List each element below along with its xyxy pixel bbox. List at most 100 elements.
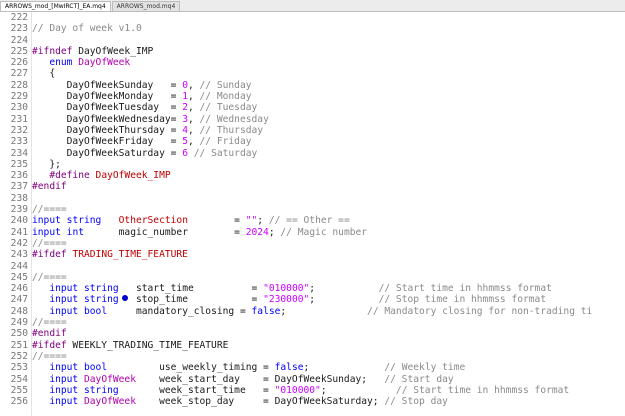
code-line[interactable]: 232 DayOfWeekThursday = 4, // Thursday [0, 125, 625, 136]
code-line[interactable]: 240 input string OtherSection = ""; // ==… [0, 215, 625, 226]
line-number: 233 [10, 136, 28, 148]
line-text: // Day of week v1.0 [32, 23, 142, 34]
line-number: 253 [10, 362, 28, 374]
code-token: DayOfWeekTuesday = [32, 102, 183, 114]
line-text: #endif [32, 181, 67, 192]
code-token: input [32, 226, 61, 238]
code-token: = [187, 215, 246, 227]
line-number: 231 [10, 113, 28, 125]
line-text: //==== [32, 238, 67, 249]
code-line[interactable]: 246 input string start_time = "010000"; … [0, 283, 625, 294]
line-number: 224 [10, 34, 28, 46]
line-text: //==== [32, 351, 67, 362]
code-line[interactable]: 222 [0, 12, 625, 23]
code-line[interactable]: 233 DayOfWeekFriday = 5, // Friday [0, 136, 625, 147]
line-number: 242 [10, 237, 28, 249]
code-token: input [32, 215, 61, 227]
code-line[interactable]: 224 [0, 35, 625, 46]
code-token: // Tuesday [199, 102, 258, 114]
code-line[interactable]: 231 DayOfWeekWednesday= 3, // Wednesday [0, 114, 625, 125]
code-line[interactable]: 236 #define DayOfWeek_IMP [0, 170, 625, 181]
code-token: ; [309, 294, 379, 306]
code-token: #endif [32, 181, 67, 193]
line-number: 228 [10, 79, 28, 91]
line-number: 248 [10, 305, 28, 317]
line-text: input string week_start_time = "010000";… [32, 385, 569, 396]
code-token: input [49, 384, 79, 396]
code-token: "010000" [274, 384, 321, 396]
code-line[interactable]: 253 input bool use_weekly_timing = false… [0, 362, 625, 373]
code-lines: 222 223 // Day of week v1.0 224 225 #ifndef D… [0, 12, 625, 407]
code-token: DayOfWeek [84, 396, 136, 408]
code-token: input [49, 373, 79, 385]
code-line[interactable]: 245 //==== [0, 272, 625, 283]
code-token: mandatory_closing = [107, 305, 252, 317]
code-line[interactable]: 225 #ifndef DayOfWeek_IMP [0, 46, 625, 57]
code-line[interactable]: 247 input string stop_time = "230000"; /… [0, 294, 625, 305]
line-text: input DayOfWeek week_start_day = DayOfWe… [32, 373, 453, 385]
code-token: #endif [32, 328, 67, 340]
line-number: 227 [10, 68, 28, 80]
line-text: //==== [32, 204, 67, 215]
code-line[interactable]: 251 #ifdef WEEKLY_TRADING_TIME_FEATURE [0, 340, 625, 351]
code-token: #ifdef [32, 249, 67, 261]
code-line[interactable]: 256 input DayOfWeek week_stop_day = DayO… [0, 396, 625, 407]
code-line[interactable]: 227 { [0, 68, 625, 79]
code-token: input [49, 294, 79, 306]
code-editor[interactable]: 222 223 // Day of week v1.0 224 225 #ifndef D… [0, 12, 625, 416]
line-text: DayOfWeekThursday = 4, // Thursday [32, 125, 263, 136]
code-line[interactable]: 238 [0, 193, 625, 204]
code-line[interactable]: 241 input int magic_number = 2024; // Mag… [0, 227, 625, 238]
code-token: ; [303, 362, 385, 374]
code-line[interactable]: 254 input DayOfWeek week_start_day = Day… [0, 374, 625, 385]
code-line[interactable]: 229 DayOfWeekMonday = 1, // Monday [0, 91, 625, 102]
code-line[interactable]: 230 DayOfWeekTuesday = 2, // Tuesday [0, 102, 625, 113]
code-token: string [66, 215, 102, 227]
code-line[interactable]: 239 //==== [0, 204, 625, 215]
code-line[interactable]: 235 }; [0, 159, 625, 170]
tab-arrows-mod-ea[interactable]: ARROWS_mod_[MwIRCT]_EA.mq4 [0, 1, 111, 11]
code-token: magic_number [118, 226, 188, 238]
code-token: #ifndef [32, 45, 73, 57]
code-token: }; [32, 158, 61, 170]
code-token: , [187, 124, 200, 136]
code-token: // Stop day [384, 396, 448, 408]
line-number: 241 [10, 226, 28, 238]
code-line[interactable]: 228 DayOfWeekSunday = 0, // Sunday [0, 80, 625, 91]
code-line[interactable]: 223 // Day of week v1.0 [0, 23, 625, 34]
line-text: #endif [32, 328, 67, 339]
code-token: , [187, 113, 200, 125]
code-line[interactable]: 242 //==== [0, 238, 625, 249]
code-token: ; [320, 384, 396, 396]
code-line[interactable]: 234 DayOfWeekSaturday = 6 // Saturday [0, 148, 625, 159]
line-text: input string start_time = "010000"; // S… [32, 283, 552, 294]
line-number: 240 [10, 215, 28, 227]
code-line[interactable]: 255 input string week_start_time = "0100… [0, 385, 625, 396]
code-line[interactable]: 237 #endif [0, 181, 625, 192]
code-line[interactable]: 248 input bool mandatory_closing = false… [0, 306, 625, 317]
line-text: DayOfWeekTuesday = 2, // Tuesday [32, 102, 258, 114]
code-token: string [84, 283, 119, 295]
code-line[interactable]: 252 //==== [0, 351, 625, 362]
code-line[interactable]: 249 //==== [0, 317, 625, 328]
tab-arrows-mod[interactable]: ARROWS_mod.mq4 [111, 1, 181, 11]
line-text: DayOfWeekFriday = 5, // Friday [32, 136, 252, 147]
code-line[interactable]: 250 #endif [0, 328, 625, 339]
code-token: // Stop time in hhmmss format [378, 294, 547, 306]
code-token: input [49, 283, 79, 295]
code-token: // Start time in hhmmss format [395, 384, 570, 396]
code-line[interactable]: 243 #ifdef TRADING_TIME_FEATURE [0, 249, 625, 260]
line-number: 238 [10, 192, 28, 204]
code-token: ; [280, 305, 368, 317]
code-line[interactable]: 226 enum DayOfWeek [0, 57, 625, 68]
code-token: DayOfWeekThursday = [32, 124, 183, 136]
code-token: DayOfWeekMonday = [32, 91, 183, 103]
code-token: ; [309, 283, 379, 295]
code-token: DayOfWeek_IMP [95, 170, 171, 182]
code-line[interactable]: 244 [0, 261, 625, 272]
code-token: #define [49, 170, 90, 182]
